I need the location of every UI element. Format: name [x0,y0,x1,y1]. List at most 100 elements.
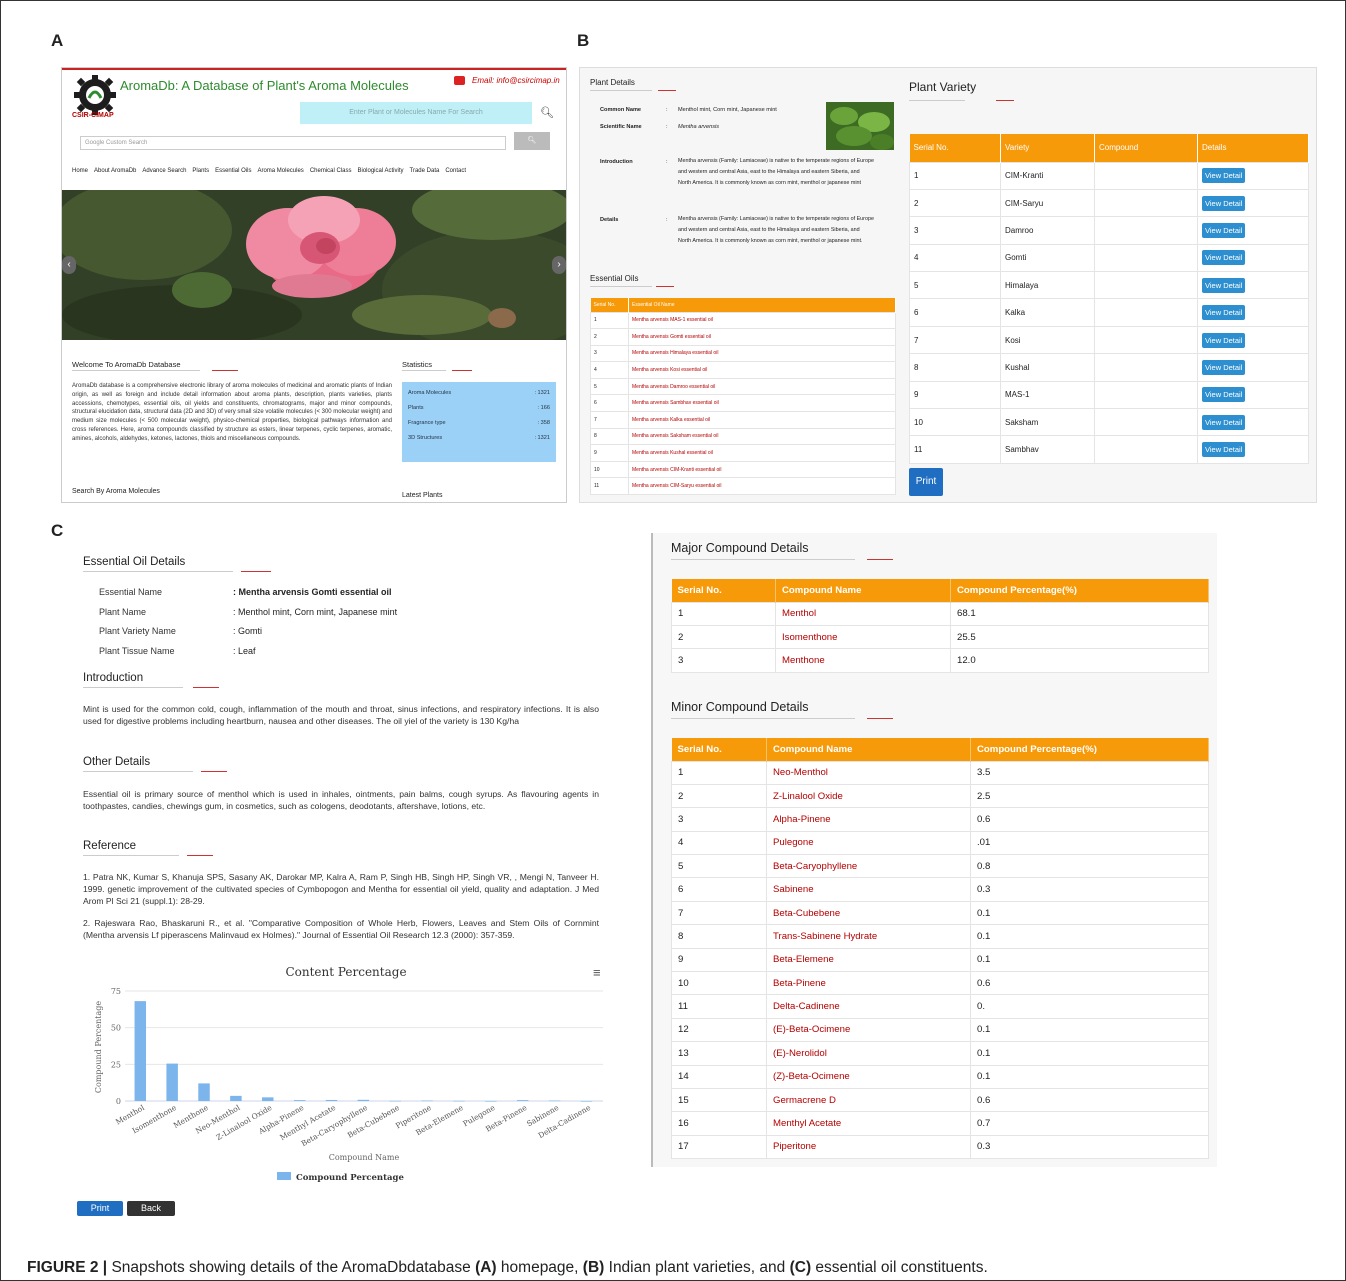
header-details: Details [1197,134,1309,162]
compound-name-link[interactable]: (E)-Nerolidol [766,1041,971,1066]
compound-name-link[interactable]: Delta-Cadinene [766,994,971,1019]
serial-cell: 1 [671,760,767,785]
table-row: 10 Saksham View Detail [909,408,1309,437]
divider-accent [452,370,472,371]
table-row: 9 Mentha arvensis Kushal essential oil [590,444,896,462]
legend-swatch [277,1172,291,1180]
nav-item[interactable]: Aroma Molecules [257,168,303,174]
view-detail-button[interactable]: View Detail [1202,195,1246,211]
compound-name-link[interactable]: Sabinene [766,877,971,902]
compound-name-link[interactable]: Beta-Elemene [766,947,971,973]
print-button[interactable]: Print [909,468,943,496]
compound-name-link[interactable]: (E)-Beta-Ocimene [766,1017,971,1043]
oil-name-link[interactable]: Mentha arvensis Kushal essential oil [628,444,896,462]
table-row: 9 MAS-1 View Detail [909,380,1309,410]
compound-name-link[interactable]: Neo-Menthol [766,760,971,785]
serial-cell: 3 [671,807,767,832]
divider-accent [658,90,676,91]
header-serial: Serial No. [909,134,1001,162]
details-cell: View Detail [1197,216,1309,245]
legend-label[interactable]: Compound Percentage [296,1173,404,1183]
view-detail-button[interactable]: View Detail [1202,387,1246,403]
oil-name-link[interactable]: Mentha arvensis Kosi essential oil [628,361,896,379]
nav-item[interactable]: Trade Data [410,168,440,174]
view-detail-button[interactable]: View Detail [1202,414,1246,430]
oil-name-link[interactable]: Mentha arvensis MAS-1 essential oil [628,311,896,330]
latest-plants-title: Latest Plants [402,492,443,499]
compound-name-link[interactable]: Isomenthone [775,624,951,650]
nav-item[interactable]: Essential Oils [215,168,251,174]
table-row: 8 Trans-Sabinene Hydrate 0.1 [671,924,1209,949]
compound-name-link[interactable]: Menthone [775,648,951,673]
compound-name-link[interactable]: Pulegone [766,830,971,856]
field-label: Plant Tissue Name [99,645,175,656]
nav-item[interactable]: Contact [445,168,466,174]
oil-name-link[interactable]: Mentha arvensis CIM-Saryu essential oil [628,477,896,496]
mail-icon [454,76,465,85]
email-link[interactable]: Email: info@csircimap.in [472,76,560,85]
compound-name-link[interactable]: Menthol [775,601,951,626]
carousel-prev-button[interactable]: ‹ [62,256,76,274]
nav-item[interactable]: Chemical Class [310,168,352,174]
serial-cell: 2 [671,624,776,650]
oil-name-link[interactable]: Mentha arvensis Saksham essential oil [628,427,896,446]
oil-name-link[interactable]: Mentha arvensis Kalka essential oil [628,411,896,429]
details-cell: View Detail [1197,325,1309,355]
search-icon[interactable]: 🔍︎ [540,106,554,119]
bar-chart-svg: Content Percentage ≡ 0 25 50 75 Compound Perce… [94,965,603,1183]
nav-item[interactable]: About AromaDb [94,168,136,174]
view-detail-button[interactable]: View Detail [1202,305,1246,321]
divider-accent [201,771,227,772]
print-button[interactable]: Print [77,1201,123,1216]
stat-value: : 1321 [534,435,550,441]
carousel-next-button[interactable]: › [552,256,566,274]
back-button[interactable]: Back [127,1201,175,1216]
oil-name-link[interactable]: Mentha arvensis Gomti essential oil [628,328,896,346]
compound-name-link[interactable]: Menthyl Acetate [766,1111,971,1136]
compound-name-link[interactable]: Trans-Sabinene Hydrate [766,924,971,949]
oil-name-link[interactable]: Mentha arvensis Sambhav essential oil [628,394,896,413]
view-detail-button[interactable]: View Detail [1202,442,1246,458]
serial-cell: 9 [590,444,629,462]
custom-search-button[interactable]: 🔍︎ [514,132,550,150]
variety-cell: Himalaya [1000,271,1095,300]
view-detail-button[interactable]: View Detail [1202,222,1246,238]
serial-cell: 15 [671,1087,767,1113]
main-nav: Home About AromaDb Advance Search Plants Ess… [72,168,466,174]
bar [389,1100,401,1102]
compound-name-link[interactable]: Z-Linalool Oxide [766,783,971,809]
plant-search-input[interactable]: Enter Plant or Molecules Name For Search [300,102,532,124]
compound-name-link[interactable]: Alpha-Pinene [766,807,971,832]
view-detail-button[interactable]: View Detail [1202,332,1246,348]
compound-cell [1094,353,1198,382]
chart-menu-icon[interactable]: ≡ [593,965,601,980]
divider-accent [193,687,219,688]
scientific-name-value: Mentha arvensis [678,124,720,130]
nav-item[interactable]: Advance Search [142,168,186,174]
nav-item[interactable]: Plants [192,168,209,174]
compound-name-link[interactable]: (Z)-Beta-Ocimene [766,1064,971,1089]
google-custom-search-input[interactable]: Google Custom Search [80,136,506,150]
nav-item[interactable]: Biological Activity [358,168,404,174]
bar [485,1100,497,1102]
table-row: 2 Z-Linalool Oxide 2.5 [671,783,1209,809]
oil-name-link[interactable]: Mentha arvensis Himalaya essential oil [628,344,896,363]
view-detail-button[interactable]: View Detail [1202,250,1246,266]
view-detail-button[interactable]: View Detail [1202,168,1246,184]
view-detail-button[interactable]: View Detail [1202,359,1246,375]
percentage-cell: 0.1 [970,924,1209,949]
compound-name-link[interactable]: Beta-Pinene [766,971,971,996]
oil-name-link[interactable]: Mentha arvensis CIM-Kranti essential oil [628,460,896,479]
variety-cell: Damroo [1000,216,1095,245]
compound-name-link[interactable]: Beta-Cubebene [766,900,971,926]
oil-name-link[interactable]: Mentha arvensis Damroo essential oil [628,377,896,396]
table-row: 9 Beta-Elemene 0.1 [671,947,1209,973]
compound-name-link[interactable]: Beta-Caryophyllene [766,854,971,879]
compound-name-link[interactable]: Germacrene D [766,1087,971,1113]
table-row: 8 Mentha arvensis Saksham essential oil [590,427,896,446]
common-name-label: Common Name [600,107,642,113]
compound-name-link[interactable]: Piperitone [766,1134,971,1160]
colon: : [666,107,668,113]
view-detail-button[interactable]: View Detail [1202,277,1246,293]
nav-item[interactable]: Home [72,168,88,174]
